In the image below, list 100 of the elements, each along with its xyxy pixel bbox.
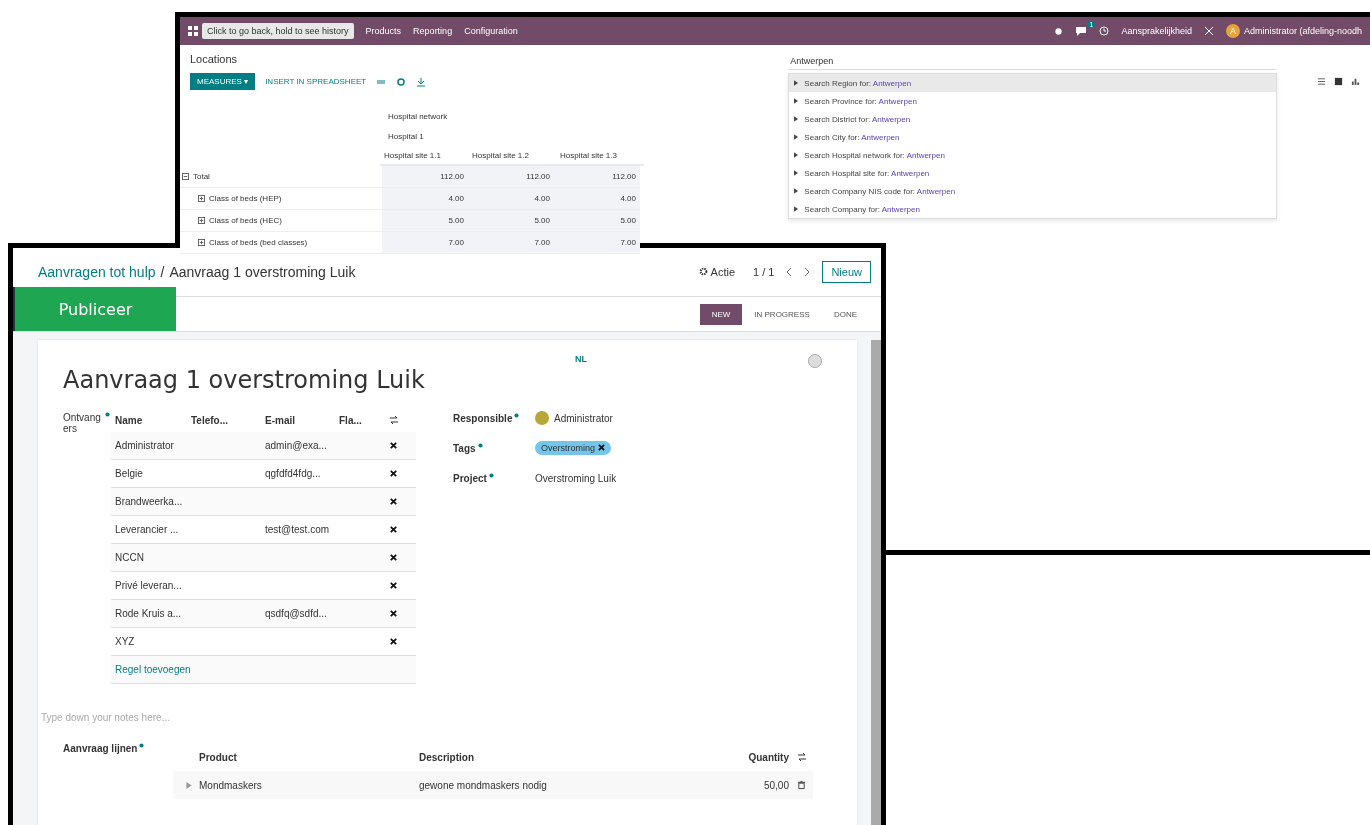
row-header[interactable]: Class of beds (bed classes) bbox=[209, 238, 308, 247]
search-suggestion[interactable]: Search Hospital site for: Antwerpen bbox=[789, 164, 1276, 182]
caret-icon bbox=[794, 116, 799, 122]
status-stage[interactable]: DONE bbox=[821, 303, 869, 325]
menu-item[interactable]: Products bbox=[365, 26, 402, 36]
avatar-icon bbox=[535, 411, 549, 425]
table-cell-text: admin@exa... bbox=[264, 440, 328, 451]
column-header[interactable]: Product bbox=[199, 751, 419, 763]
row-header[interactable]: Total bbox=[193, 172, 210, 181]
row-header[interactable]: Class of beds (HEC) bbox=[209, 216, 282, 225]
collapse-icon[interactable] bbox=[182, 173, 189, 180]
field-label: Project bbox=[453, 472, 487, 484]
field-label: Ontvangers bbox=[63, 412, 102, 434]
column-header[interactable]: Hospital network bbox=[380, 107, 644, 127]
tooltip: Click to go back, hold to see history bbox=[202, 23, 354, 39]
table-cell: 112.00 bbox=[468, 166, 554, 187]
field-value[interactable]: Administrator bbox=[554, 412, 613, 424]
table-cell-text: XYZ bbox=[114, 636, 136, 647]
measures-button[interactable]: MEASURES ▾ bbox=[190, 73, 256, 90]
previous-icon[interactable] bbox=[786, 267, 793, 277]
search-suggestion[interactable]: Search District for: Antwerpen bbox=[789, 110, 1276, 128]
breadcrumb-separator: / bbox=[160, 264, 165, 280]
trash-icon[interactable] bbox=[797, 780, 806, 790]
language-badge[interactable]: NL bbox=[574, 354, 587, 364]
status-stage[interactable]: IN PROGRESS bbox=[742, 303, 822, 325]
table-cell-text: gewone mondmaskers nodig bbox=[419, 779, 548, 791]
caret-icon bbox=[794, 206, 799, 212]
search-field[interactable]: Antwerpen bbox=[788, 53, 1277, 70]
search-suggestion[interactable]: Search City for: Antwerpen bbox=[789, 128, 1276, 146]
search-suggestion[interactable]: Search Region for: Antwerpen bbox=[789, 74, 1276, 92]
field-label: Aanvraag lijnen bbox=[63, 743, 138, 754]
caret-icon bbox=[794, 152, 799, 158]
delete-icon[interactable] bbox=[389, 497, 398, 506]
user-menu[interactable]: Administrator (afdeling-noodh bbox=[1243, 26, 1362, 36]
delete-icon[interactable] bbox=[389, 553, 398, 562]
menu-item[interactable]: Configuration bbox=[464, 26, 518, 36]
column-header[interactable]: Hospital 1 bbox=[380, 127, 644, 147]
column-header[interactable]: E-mail bbox=[261, 414, 335, 426]
add-line-link[interactable]: Regel toevoegen bbox=[111, 664, 191, 675]
column-header[interactable]: Quantity bbox=[739, 751, 789, 763]
delete-icon[interactable] bbox=[389, 637, 398, 646]
table-cell-text: NCCN bbox=[114, 552, 145, 563]
table-cell-text: qgfdfd4fdg... bbox=[264, 468, 322, 479]
table-cell-text: Leverancier ... bbox=[114, 524, 180, 535]
download-icon[interactable] bbox=[416, 76, 427, 87]
table-cell: 112.00 bbox=[382, 166, 468, 187]
table-cell: 4.00 bbox=[468, 188, 554, 209]
search-suggestion[interactable]: Search Company for: Antwerpen bbox=[789, 200, 1276, 218]
table-cell-text: Administrator bbox=[114, 440, 175, 451]
delete-icon[interactable] bbox=[389, 469, 398, 478]
table-cell-text: Mondmaskers bbox=[199, 779, 263, 791]
help-icon[interactable] bbox=[488, 472, 494, 478]
field-label: Responsible bbox=[453, 412, 513, 424]
breadcrumb-current: Aanvraag 1 overstroming Luik bbox=[169, 264, 356, 280]
chat-icon[interactable] bbox=[1075, 26, 1088, 36]
search-suggestion[interactable]: Search Company NIS code for: Antwerpen bbox=[789, 182, 1276, 200]
delete-icon[interactable] bbox=[389, 581, 398, 590]
tag[interactable]: Overstroming bbox=[535, 441, 611, 455]
caret-icon bbox=[794, 188, 799, 194]
table-cell: 7.00 bbox=[554, 232, 640, 253]
remove-icon[interactable] bbox=[597, 444, 605, 451]
delete-icon[interactable] bbox=[389, 609, 398, 618]
page-title: Locations bbox=[190, 53, 239, 65]
column-header[interactable]: Description bbox=[419, 751, 739, 763]
scrollbar[interactable] bbox=[871, 340, 881, 825]
breadcrumb-link[interactable]: Aanvragen tot hulp bbox=[38, 264, 156, 280]
next-icon[interactable] bbox=[804, 267, 811, 277]
field-value[interactable]: Overstroming Luik bbox=[535, 472, 617, 484]
caret-icon bbox=[794, 98, 799, 104]
field-label: Tags bbox=[453, 442, 476, 454]
pivot-view-icon[interactable] bbox=[1334, 77, 1343, 86]
insert-button[interactable]: INSERT IN SPREADSHEET bbox=[265, 73, 367, 90]
apps-grid-icon[interactable] bbox=[188, 26, 198, 36]
column-header[interactable]: Fla... bbox=[335, 414, 389, 426]
help-icon[interactable] bbox=[514, 412, 520, 418]
row-header[interactable]: Class of beds (HEP) bbox=[209, 194, 282, 203]
table-cell: 7.00 bbox=[382, 232, 468, 253]
search-suggestion[interactable]: Search Province for: Antwerpen bbox=[789, 92, 1276, 110]
column-header[interactable]: Telefo... bbox=[187, 414, 261, 426]
table-cell: 4.00 bbox=[382, 188, 468, 209]
help-icon[interactable] bbox=[105, 412, 110, 417]
help-icon[interactable] bbox=[139, 743, 145, 748]
status-stage[interactable]: NEW bbox=[699, 303, 743, 325]
clock-icon[interactable] bbox=[1099, 26, 1110, 36]
graph-view-icon[interactable] bbox=[1351, 77, 1360, 86]
new-button[interactable]: Nieuw bbox=[822, 261, 871, 283]
table-cell: 112.00 bbox=[554, 166, 640, 187]
help-icon[interactable] bbox=[477, 442, 483, 448]
menu-item[interactable]: Reporting bbox=[413, 26, 453, 36]
search-suggestion[interactable]: Search Hospital network for: Antwerpen bbox=[789, 146, 1276, 164]
delete-icon[interactable] bbox=[389, 525, 398, 534]
list-view-icon[interactable] bbox=[1317, 77, 1326, 86]
company-switcher[interactable]: Aansprakelijkheid bbox=[1121, 26, 1192, 36]
column-settings-icon[interactable] bbox=[797, 752, 807, 762]
column-header[interactable]: Name bbox=[111, 414, 187, 426]
delete-icon[interactable] bbox=[389, 441, 398, 450]
table-cell-text: Brandweerka... bbox=[114, 496, 184, 507]
column-settings-icon[interactable] bbox=[389, 415, 399, 425]
action-menu-button[interactable]: Actie bbox=[693, 265, 741, 279]
status-dot[interactable] bbox=[808, 354, 822, 368]
